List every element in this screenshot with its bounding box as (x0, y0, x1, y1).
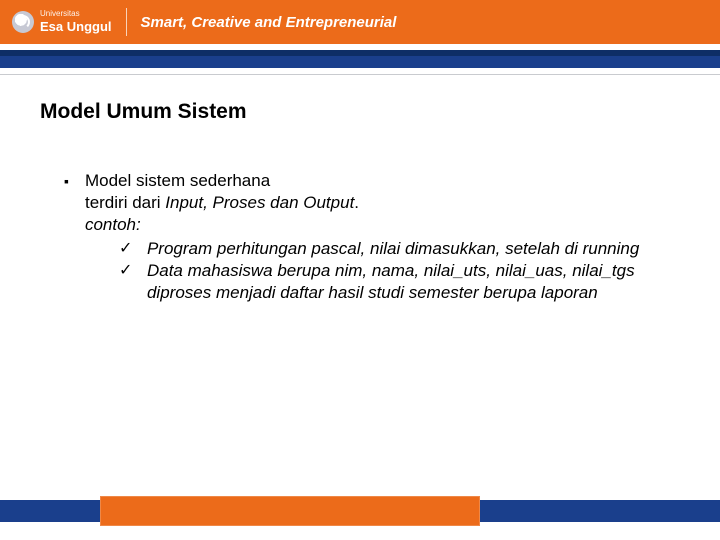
check-icon: ✓ (119, 238, 135, 260)
tagline-text: Smart, Creative and Entrepreneurial (141, 14, 397, 31)
bullet-item: ▪ Model sistem sederhana terdiri dari In… (64, 170, 680, 304)
brand-sub: Universitas (40, 9, 112, 18)
slide-content: Model Umum Sistem ▪ Model sistem sederha… (40, 100, 680, 304)
bullet-line-1: Model sistem sederhana (85, 170, 680, 192)
brand-text: Universitas Esa Unggul (40, 9, 112, 36)
check-list: ✓ Program perhitungan pascal, nilai dima… (85, 238, 680, 304)
header-blue-stripe (0, 56, 720, 68)
check-text: Program perhitungan pascal, nilai dimasu… (147, 238, 639, 260)
brand-main: Esa Unggul (40, 19, 112, 34)
brand-logo: Universitas Esa Unggul (12, 9, 112, 36)
header-divider (126, 8, 127, 36)
slide-title: Model Umum Sistem (40, 100, 680, 124)
bullet-line-2: terdiri dari Input, Proses dan Output. (85, 192, 680, 214)
check-text: Data mahasiswa berupa nim, nama, nilai_u… (147, 260, 680, 304)
footer-orange-block (100, 496, 480, 526)
bullet-line-3: contoh: (85, 214, 680, 236)
bullet-line2-prefix: terdiri dari (85, 193, 165, 212)
bullet-line2-suffix: . (354, 193, 359, 212)
bullet-line2-emph: Input, Proses dan Output (165, 193, 354, 212)
check-item: ✓ Program perhitungan pascal, nilai dima… (119, 238, 680, 260)
hairline-under-stripe (0, 74, 720, 75)
check-item: ✓ Data mahasiswa berupa nim, nama, nilai… (119, 260, 680, 304)
header-bar: Universitas Esa Unggul Smart, Creative a… (0, 0, 720, 44)
bullet-body: Model sistem sederhana terdiri dari Inpu… (85, 170, 680, 304)
square-bullet-icon: ▪ (64, 170, 69, 192)
check-icon: ✓ (119, 260, 135, 282)
logo-icon (12, 11, 34, 33)
footer-bar (0, 496, 720, 526)
